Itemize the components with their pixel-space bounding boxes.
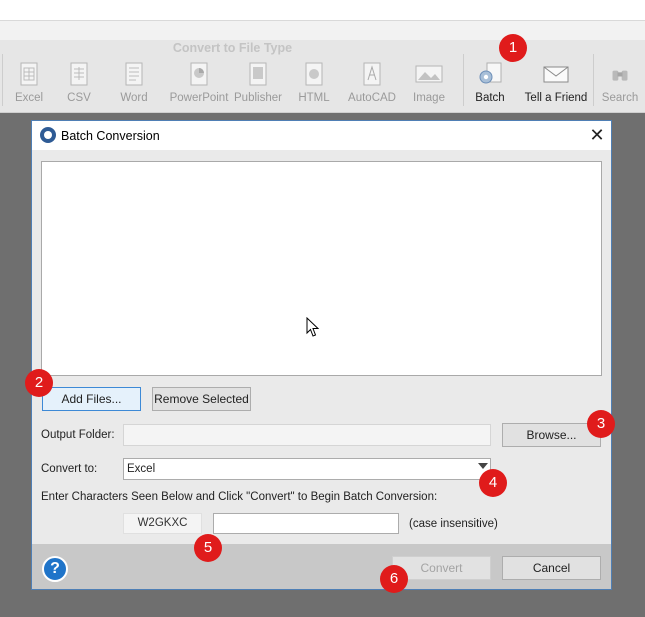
ribbon-button-search[interactable]: Search: [600, 58, 640, 104]
ribbon-button-label: Tell a Friend: [524, 92, 588, 104]
cancel-button[interactable]: Cancel: [502, 556, 601, 580]
image-icon: [415, 65, 443, 83]
powerpoint-icon: [190, 62, 208, 86]
ribbon-button-label: Excel: [14, 92, 44, 104]
add-files-button[interactable]: Add Files...: [42, 387, 141, 411]
callout-marker: 4: [479, 469, 507, 497]
app-logo-icon: [40, 127, 56, 143]
ribbon-button-label: AutoCAD: [348, 92, 396, 104]
convert-to-selected-value: Excel: [127, 463, 156, 475]
output-folder-label: Output Folder:: [41, 429, 115, 441]
binoculars-icon: [612, 70, 628, 81]
html-icon: [305, 62, 323, 86]
callout-marker: 2: [25, 369, 53, 397]
ribbon-button-label: Image: [413, 92, 445, 104]
ribbon-button-tell-a-friend[interactable]: Tell a Friend: [524, 58, 588, 104]
dropdown-arrow-icon[interactable]: [478, 463, 488, 469]
publisher-icon: [249, 62, 267, 86]
output-folder-field[interactable]: [123, 424, 491, 446]
captcha-instructions: Enter Characters Seen Below and Click "C…: [41, 491, 438, 503]
ribbon-button-label: CSV: [67, 92, 91, 104]
ribbon-button-label: PowerPoint: [169, 92, 229, 104]
remove-selected-button[interactable]: Remove Selected: [152, 387, 251, 411]
mouse-cursor-icon: [306, 317, 320, 337]
convert-to-label: Convert to:: [41, 463, 98, 475]
callout-marker: 3: [587, 410, 615, 438]
ribbon-button-autocad[interactable]: AutoCAD: [348, 58, 396, 104]
ribbon-button-publisher[interactable]: Publisher: [234, 58, 282, 104]
callout-marker: 6: [380, 565, 408, 593]
ribbon-button-label: Search: [601, 92, 639, 104]
ribbon-button-label: HTML: [298, 92, 330, 104]
ribbon-separator: [2, 54, 3, 106]
ribbon-tab-strip: [0, 20, 645, 41]
file-list[interactable]: [41, 161, 602, 376]
batch-gear-icon: [479, 62, 502, 84]
dialog-title: Batch Conversion: [61, 129, 160, 143]
ribbon-button-label: Batch: [475, 92, 505, 104]
callout-marker: 5: [194, 534, 222, 562]
ribbon-button-batch[interactable]: Batch: [470, 58, 510, 104]
ribbon-button-excel[interactable]: Excel: [10, 58, 48, 104]
excel-icon: [20, 62, 38, 86]
ribbon-separator: [593, 54, 594, 106]
callout-marker: 1: [499, 34, 527, 62]
ribbon-separator: [463, 54, 464, 106]
close-button[interactable]: ✕: [586, 125, 608, 145]
ribbon-button-label: Word: [120, 92, 148, 104]
help-icon[interactable]: ?: [42, 556, 68, 582]
ribbon-button-csv[interactable]: CSV: [62, 58, 96, 104]
window-top-area: [0, 0, 645, 20]
ribbon-button-label: Publisher: [234, 92, 282, 104]
ribbon-button-powerpoint[interactable]: PowerPoint: [168, 58, 230, 104]
captcha-code: W2GKXC: [123, 513, 202, 534]
ribbon-button-html[interactable]: HTML: [296, 58, 332, 104]
ribbon-group-title: Convert to File Type: [172, 41, 293, 55]
ribbon-button-image[interactable]: Image: [410, 58, 448, 104]
browse-button[interactable]: Browse...: [502, 423, 601, 447]
envelope-icon: [543, 66, 569, 83]
ribbon-button-word[interactable]: Word: [114, 58, 154, 104]
convert-to-select[interactable]: [123, 458, 491, 480]
word-icon: [125, 62, 143, 86]
captcha-input[interactable]: [213, 513, 399, 534]
csv-icon: [70, 62, 88, 86]
case-insensitive-note: (case insensitive): [409, 518, 498, 530]
autocad-icon: [363, 62, 381, 86]
